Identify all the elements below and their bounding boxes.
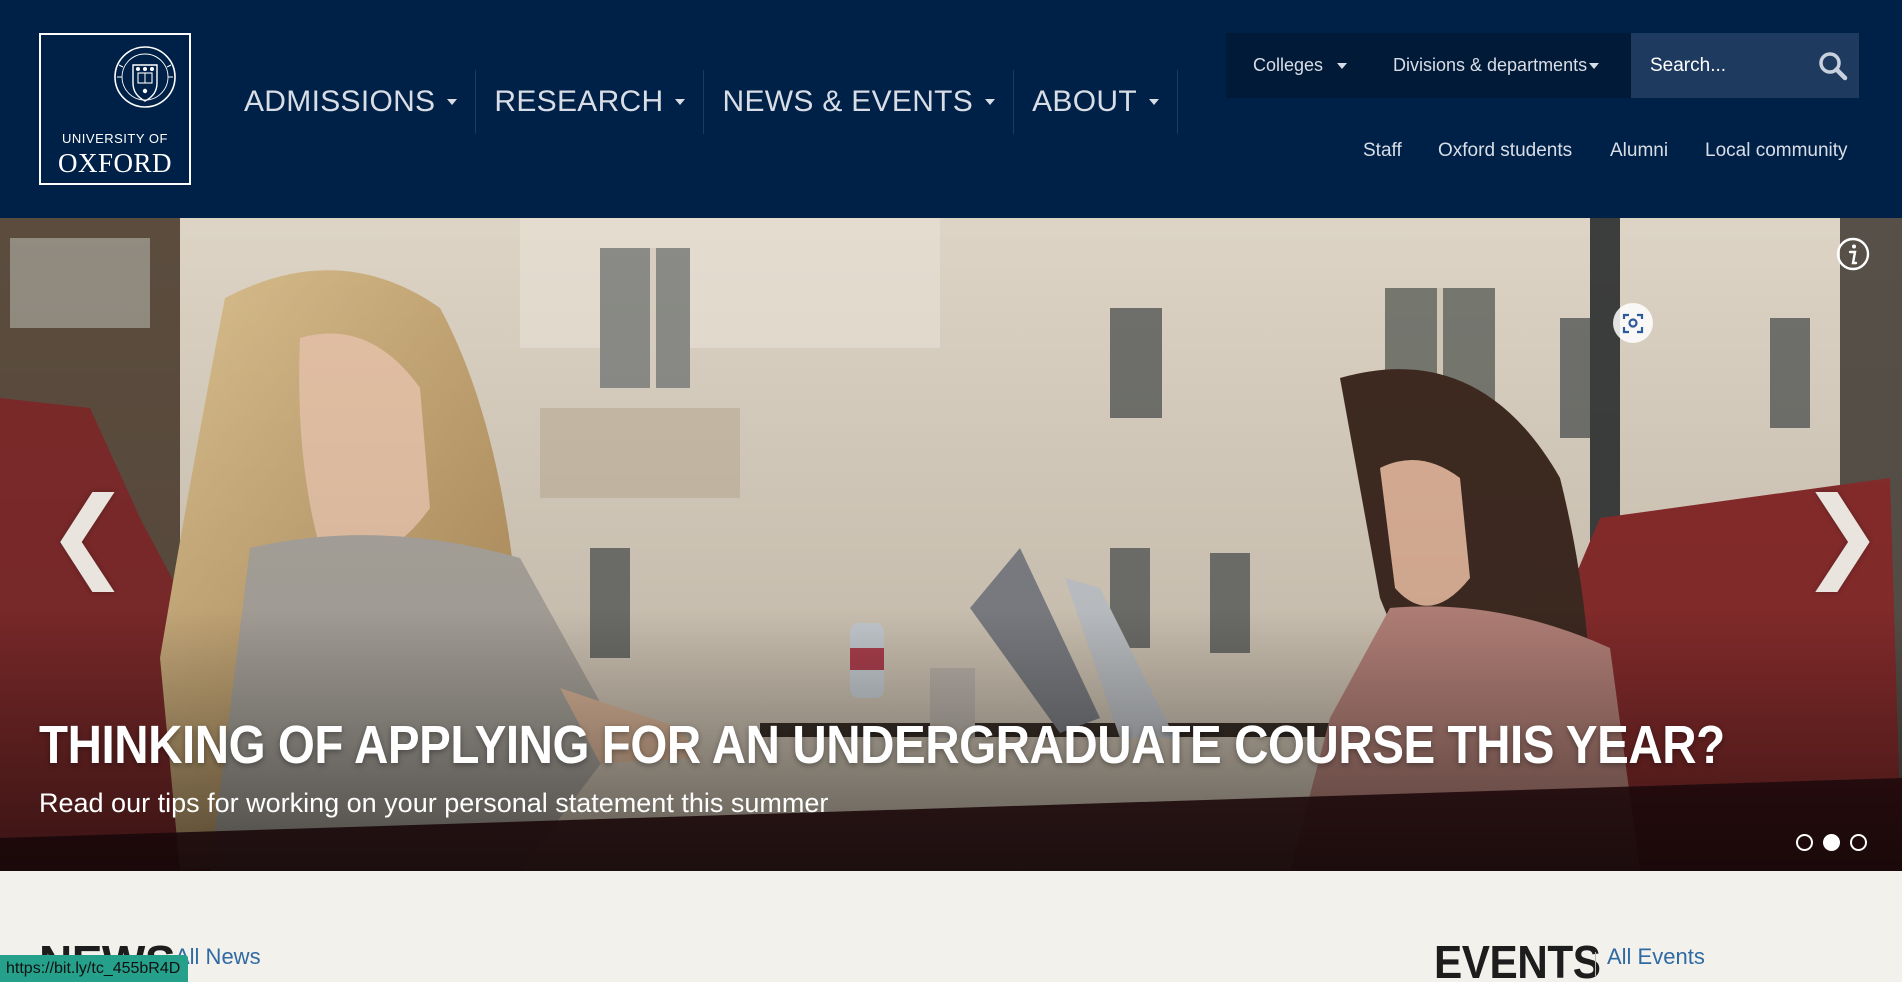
divisions-label: Divisions & departments — [1393, 55, 1588, 75]
nav-research-label: RESEARCH — [494, 85, 664, 118]
carousel-dot-1[interactable] — [1796, 834, 1813, 851]
caret-down-icon — [1337, 62, 1348, 69]
carousel-next-button[interactable]: ❯ — [1800, 484, 1884, 584]
colleges-dropdown[interactable]: Colleges — [1253, 33, 1348, 98]
logo-oxford: OXFORD — [57, 148, 173, 178]
events-divider — [1595, 952, 1596, 976]
carousel-dot-2[interactable] — [1823, 834, 1840, 851]
all-events-link[interactable]: All Events — [1607, 944, 1705, 970]
logo-university-of: UNIVERSITY OF — [62, 131, 168, 146]
search-input[interactable] — [1631, 33, 1811, 98]
caret-down-icon — [675, 99, 686, 105]
colleges-label: Colleges — [1253, 55, 1324, 75]
link-status-bar: https://bit.ly/tc_455bR4D — [0, 955, 189, 982]
carousel-dot-3[interactable] — [1850, 834, 1867, 851]
site-header: UNIVERSITY OF OXFORD ADMISSIONS RESEARCH… — [0, 0, 1902, 218]
search-box — [1631, 33, 1859, 98]
audience-link-oxford-students[interactable]: Oxford students — [1438, 140, 1572, 162]
caret-down-icon — [1589, 62, 1600, 69]
info-icon[interactable] — [1835, 236, 1871, 272]
main-navigation: ADMISSIONS RESEARCH NEWS & EVENTS ABOUT — [225, 70, 1178, 134]
audience-link-alumni[interactable]: Alumni — [1610, 140, 1668, 162]
nav-admissions-label: ADMISSIONS — [244, 85, 436, 118]
events-heading: EVENTS — [1434, 936, 1601, 982]
nav-research[interactable]: RESEARCH — [476, 70, 705, 134]
nav-news-events-label: NEWS & EVENTS — [722, 85, 974, 118]
audience-link-local-community[interactable]: Local community — [1705, 140, 1848, 162]
utility-bar: Colleges Divisions & departments — [1226, 33, 1859, 98]
oxford-crest-icon — [114, 46, 176, 108]
nav-news-events[interactable]: NEWS & EVENTS — [704, 70, 1015, 134]
hero-subtitle[interactable]: Read our tips for working on your person… — [39, 786, 828, 820]
oxford-logo[interactable]: UNIVERSITY OF OXFORD — [39, 33, 191, 185]
divisions-dropdown[interactable]: Divisions & departments — [1393, 33, 1600, 98]
caret-down-icon — [1148, 99, 1159, 105]
hero-title[interactable]: THINKING OF APPLYING FOR AN UNDERGRADUAT… — [39, 710, 1725, 780]
visual-search-icon[interactable] — [1612, 302, 1654, 344]
search-button[interactable] — [1807, 33, 1859, 98]
caret-down-icon — [447, 99, 458, 105]
nav-about[interactable]: ABOUT — [1014, 70, 1178, 134]
nav-admissions[interactable]: ADMISSIONS — [225, 70, 477, 134]
nav-about-label: ABOUT — [1032, 85, 1137, 118]
caret-down-icon — [985, 99, 996, 105]
audience-link-staff[interactable]: Staff — [1363, 140, 1402, 162]
search-icon — [1819, 51, 1848, 80]
carousel-prev-button[interactable]: ❮ — [46, 484, 130, 584]
